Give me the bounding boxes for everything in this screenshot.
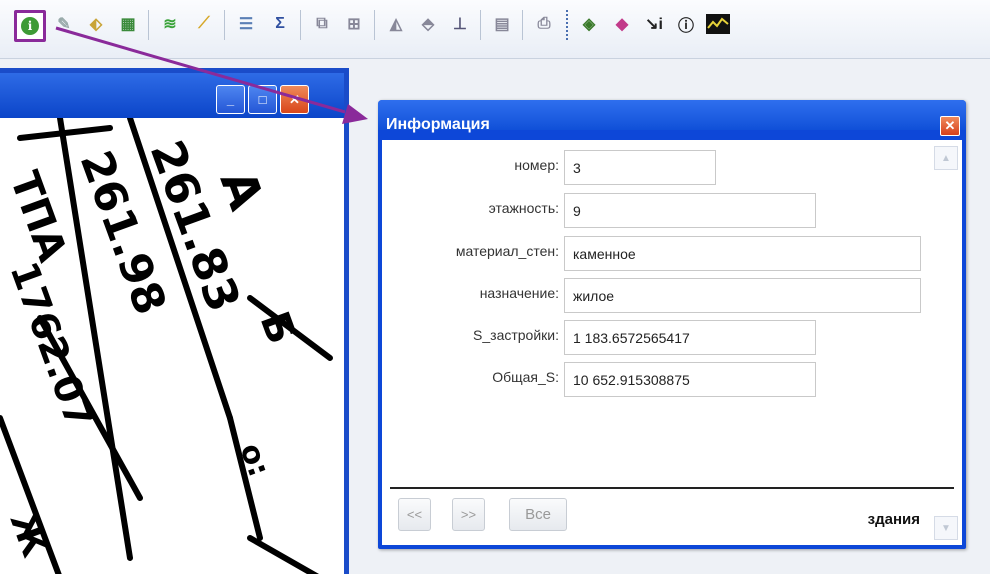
layer-name-label: здания xyxy=(867,511,920,528)
field-label: этажность: xyxy=(488,200,559,216)
dialog-close-button[interactable]: ✕ xyxy=(940,116,960,136)
field-value[interactable]: жилое xyxy=(564,278,921,313)
scroll-down-arrow-icon[interactable]: ▼ xyxy=(934,516,958,540)
field-value[interactable]: каменное xyxy=(564,236,921,271)
field-label: S_застройки: xyxy=(473,327,559,343)
field-value[interactable]: 3 xyxy=(564,150,716,185)
field-label: назначение: xyxy=(479,285,559,301)
info-dialog: Информация ✕ номер: 3 этажность: 9 матер… xyxy=(378,100,966,549)
field-label: Общая_S: xyxy=(492,369,559,385)
field-value[interactable]: 9 xyxy=(564,193,816,228)
field-label: материал_стен: xyxy=(455,243,559,259)
dialog-titlebar: Информация ✕ xyxy=(378,100,966,136)
show-all-button[interactable]: Все xyxy=(509,498,567,531)
previous-button[interactable]: << xyxy=(398,498,431,531)
footer-divider xyxy=(390,487,954,489)
dialog-title: Информация xyxy=(386,116,490,133)
field-value[interactable]: 1 183.6572565417 xyxy=(564,320,816,355)
scroll-up-arrow-icon[interactable]: ▲ xyxy=(934,146,958,170)
field-value[interactable]: 10 652.915308875 xyxy=(564,362,816,397)
field-label: номер: xyxy=(514,157,559,173)
next-button[interactable]: >> xyxy=(452,498,485,531)
dialog-body: номер: 3 этажность: 9 материал_стен: кам… xyxy=(382,140,962,545)
